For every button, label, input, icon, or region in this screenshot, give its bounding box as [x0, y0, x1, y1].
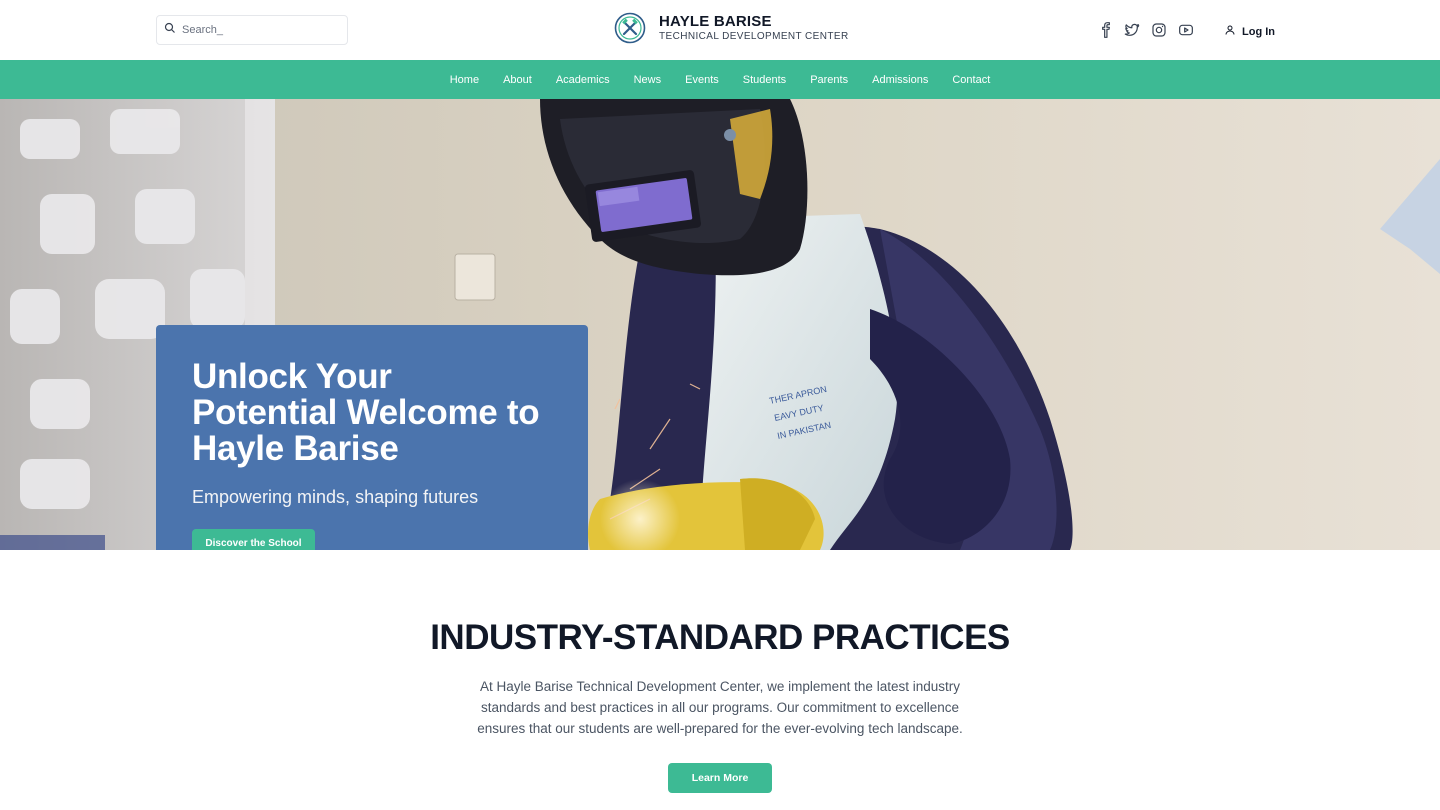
learn-more-button[interactable]: Learn More: [668, 763, 772, 793]
search-box[interactable]: [156, 15, 348, 45]
brand-name: HAYLE BARISE: [659, 13, 772, 30]
nav-item-news[interactable]: News: [634, 74, 662, 86]
instagram-icon[interactable]: [1151, 22, 1167, 38]
nav-item-home[interactable]: Home: [450, 74, 479, 86]
facebook-icon[interactable]: [1098, 22, 1114, 38]
logo-icon: [614, 12, 646, 44]
nav-item-academics[interactable]: Academics: [556, 74, 610, 86]
user-icon: [1224, 23, 1236, 41]
hero-subtitle: Empowering minds, shaping futures: [192, 487, 479, 507]
hero-section: THER APRON EAVY DUTY IN PAKISTAN Unlock …: [0, 99, 1440, 550]
hero-title: Unlock Your Potential Welcome to Hayle B…: [192, 357, 540, 468]
section-body: At Hayle Barise Technical Development Ce…: [477, 679, 963, 736]
login-link[interactable]: Log In: [1224, 23, 1275, 41]
hero-card: Unlock Your Potential Welcome to Hayle B…: [156, 325, 588, 550]
nav-item-events[interactable]: Events: [685, 74, 719, 86]
search-icon: [164, 21, 176, 39]
login-label: Log In: [1242, 26, 1275, 38]
youtube-icon[interactable]: [1178, 22, 1194, 38]
section-title: INDUSTRY-STANDARD PRACTICES: [430, 618, 1010, 657]
nav-item-admissions[interactable]: Admissions: [872, 74, 928, 86]
twitter-icon[interactable]: [1124, 22, 1140, 38]
brand-text: HAYLE BARISE TECHNICAL DEVELOPMENT CENTE…: [659, 13, 849, 43]
nav-item-students[interactable]: Students: [743, 74, 786, 86]
nav-item-contact[interactable]: Contact: [952, 74, 990, 86]
discover-button[interactable]: Discover the School: [192, 529, 315, 550]
site-header: HAYLE BARISE TECHNICAL DEVELOPMENT CENTE…: [0, 0, 1440, 60]
brand-subtitle: TECHNICAL DEVELOPMENT CENTER: [659, 31, 849, 42]
search-input[interactable]: [182, 24, 332, 36]
nav-item-parents[interactable]: Parents: [810, 74, 848, 86]
social-links: [1098, 22, 1194, 38]
nav-item-about[interactable]: About: [503, 74, 532, 86]
brand[interactable]: HAYLE BARISE TECHNICAL DEVELOPMENT CENTE…: [614, 12, 849, 44]
main-nav: Home About Academics News Events Student…: [0, 60, 1440, 99]
